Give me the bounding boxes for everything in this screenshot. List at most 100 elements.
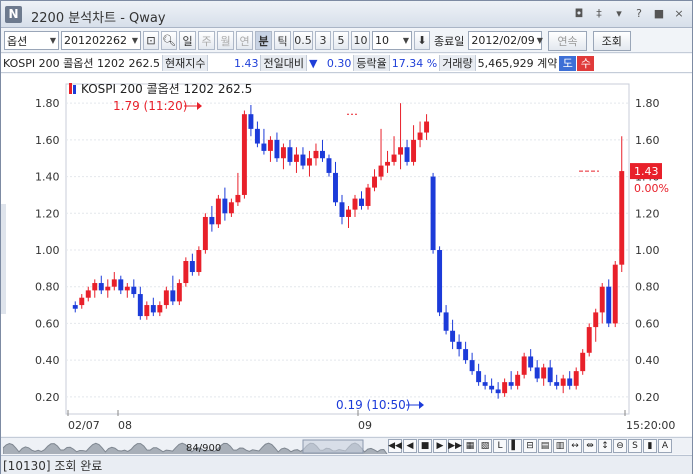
candle-body (170, 290, 176, 302)
tab-month[interactable]: 월 (217, 31, 234, 50)
interval-3[interactable]: 3 (315, 31, 331, 50)
candle-body (189, 261, 195, 273)
tab-day[interactable]: 일 (179, 31, 196, 50)
volume-label: 거래량 (439, 55, 476, 71)
grid-alt-icon[interactable]: ▧ (478, 439, 492, 453)
candle-body (72, 305, 78, 309)
arrow-down-icon[interactable]: ⬇ (414, 31, 430, 50)
dropdown-icon[interactable]: ▾ (612, 7, 626, 21)
chart-type-icon[interactable]: ▮ (643, 439, 657, 453)
candle-body (398, 147, 404, 155)
expand-v-icon[interactable]: ↕ (598, 439, 612, 453)
candle-body (372, 176, 377, 188)
candle-body (606, 286, 612, 324)
layout-icon[interactable]: ▤ (538, 439, 552, 453)
candlestick-chart[interactable]: 1.801.801.601.601.401.401.201.201.001.00… (1, 74, 692, 436)
interval-10[interactable]: 10 (351, 31, 370, 50)
y-tick-label-left: 0.40 (35, 354, 60, 367)
chevron-down-icon: ▼ (402, 36, 409, 45)
split-icon[interactable]: ⊟ (523, 439, 537, 453)
minus-icon[interactable]: ⊖ (613, 439, 627, 453)
interval-select[interactable]: 10 ▼ (372, 31, 412, 50)
tab-tick[interactable]: 틱 (274, 31, 291, 50)
forward-icon[interactable]: ▶▶ (448, 439, 462, 453)
candle-body (541, 367, 547, 379)
candle-body (391, 154, 397, 162)
candle-body (176, 283, 182, 302)
candle-body (137, 294, 143, 317)
candle-body (254, 128, 260, 144)
prev-icon[interactable]: ◀ (403, 439, 417, 453)
candle-body (489, 385, 495, 390)
change-value: 0.30 (326, 56, 352, 70)
y-tick-label-left: 0.80 (35, 281, 60, 294)
y-tick-label-right: 1.20 (635, 207, 660, 220)
tab-minute[interactable]: 분 (255, 31, 272, 50)
candle-body (456, 341, 462, 350)
y-tick-label-right: 0.20 (635, 391, 660, 404)
expand-h-icon[interactable]: ↔ (568, 439, 582, 453)
app-logo-icon: N (5, 6, 22, 23)
end-date-value: 2012/02/09 (471, 34, 535, 47)
code-select[interactable]: 201202262 ▼ (61, 31, 141, 50)
code-lookup-icon[interactable]: ⊡ (143, 31, 159, 50)
tab-week[interactable]: 주 (198, 31, 215, 50)
y-tick-label-left: 1.00 (35, 244, 60, 257)
interval-5[interactable]: 5 (333, 31, 349, 50)
line-icon[interactable]: L (493, 439, 507, 453)
badge-su[interactable]: 수 (577, 55, 595, 71)
chart-scrollbar[interactable]: 84/900 ◀◀ ◀ ■ ▶ ▶▶ ▦ ▧ L ▌ ⊟ ▤ ▥ ↔ ⇹ ↕ ⊖… (1, 437, 692, 454)
candle-body (228, 202, 234, 214)
chart-area[interactable]: 1.801.801.601.601.401.401.201.201.001.00… (1, 74, 692, 436)
candle-body (157, 305, 163, 313)
x-tick-label: 09 (358, 419, 372, 432)
candle-body (443, 312, 449, 331)
end-date-input[interactable]: 2012/02/09 ▼ (468, 31, 543, 50)
candle-body (521, 356, 527, 375)
left-splitter (1, 204, 6, 314)
query-button[interactable]: 조회 (592, 30, 631, 51)
candle-body (495, 389, 501, 394)
grid-icon[interactable]: ▦ (463, 439, 477, 453)
candle-body (215, 198, 221, 225)
down-arrow-icon: ▼ (308, 56, 318, 70)
font-icon[interactable]: A (658, 439, 672, 453)
chart-window: N 2200 분석차트 - Qway ◘ ‡ ▾ ? ■ × 옵션 ▼ 20120… (0, 0, 693, 474)
help-icon[interactable]: ? (632, 7, 646, 21)
interval-0-5[interactable]: 0.5 (293, 31, 313, 50)
link-icon[interactable]: ◘ (572, 7, 586, 21)
legend-swatch-down (73, 85, 76, 94)
tab-year[interactable]: 연 (236, 31, 253, 50)
candle-body (534, 367, 540, 379)
window-controls: ◘ ‡ ▾ ? ■ × (572, 7, 686, 21)
next-icon[interactable]: ▶ (433, 439, 447, 453)
minimap-thumb[interactable] (302, 439, 364, 453)
candle-body (92, 283, 98, 291)
rewind-icon[interactable]: ◀◀ (388, 439, 402, 453)
close-icon[interactable]: × (672, 7, 686, 21)
candle-body (111, 279, 117, 287)
badge-do[interactable]: 도 (559, 55, 577, 71)
overview-minimap[interactable]: 84/900 (3, 439, 388, 454)
y-tick-label-left: 1.40 (35, 171, 60, 184)
toolbar: 옵션 ▼ 201202262 ▼ ⊡ 🔍︎ 일 주 월 연 분 틱 0.5 3 5 … (1, 29, 692, 53)
bars-icon[interactable]: ▥ (553, 439, 567, 453)
shrink-h-icon[interactable]: ⇹ (583, 439, 597, 453)
candle-body (209, 216, 215, 225)
candle-body (267, 139, 273, 151)
s-icon[interactable]: S (628, 439, 642, 453)
stop-icon[interactable]: ■ (418, 439, 432, 453)
maximize-icon[interactable]: ■ (652, 7, 666, 21)
asset-type-select[interactable]: 옵션 ▼ (4, 31, 59, 50)
legend-swatch-up (69, 83, 72, 94)
asset-type-value: 옵션 (7, 34, 28, 48)
search-icon[interactable]: 🔍︎ (161, 31, 177, 50)
continuous-button[interactable]: 연속 (548, 30, 587, 51)
price-pct: 0.00% (634, 182, 669, 195)
candle-body (105, 286, 111, 291)
candle-body (430, 176, 436, 250)
current-value: 1.43 (233, 56, 259, 70)
bar-icon[interactable]: ▌ (508, 439, 522, 453)
pin-icon[interactable]: ‡ (592, 7, 606, 21)
chart-legend: KOSPI 200 콜옵션 1202 262.5 (81, 82, 252, 96)
